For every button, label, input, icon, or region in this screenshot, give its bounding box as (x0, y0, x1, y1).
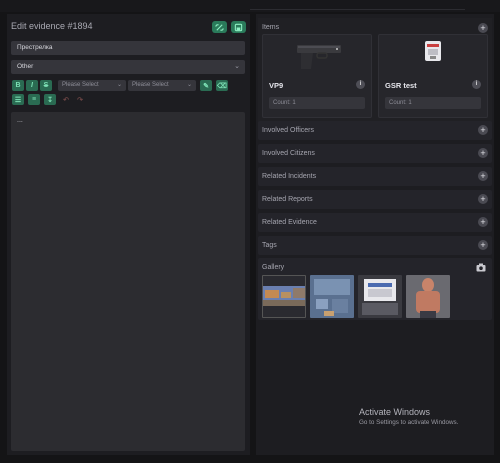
page-title: Edit evidence #1894 (11, 21, 93, 31)
item-card[interactable]: VP9 i Count: 1 (262, 34, 372, 118)
plus-icon: + (480, 194, 486, 204)
gallery-thumbnail[interactable] (358, 275, 402, 318)
bullet-list-icon: ☰ (14, 96, 22, 104)
items-section: Items + VP9 i Count: 1 GSR test i Count:… (258, 18, 492, 124)
plus-icon: + (480, 23, 486, 33)
gallery-thumbnail[interactable] (310, 275, 354, 318)
text-color-button[interactable]: ✎ (200, 80, 212, 91)
numbered-list-icon: ≡ (31, 96, 37, 103)
clear-format-button[interactable]: ⌫ (216, 80, 228, 91)
related-reports-section[interactable]: Related Reports + (258, 190, 492, 209)
italic-icon: I (31, 82, 33, 89)
content-editor[interactable]: ... (11, 112, 245, 451)
add-evidence-button[interactable]: + (478, 217, 488, 227)
camera-icon[interactable] (476, 263, 486, 272)
related-evidence-section[interactable]: Related Evidence + (258, 213, 492, 232)
watermark-title: Activate Windows (359, 407, 431, 417)
evidence-details-panel: Items + VP9 i Count: 1 GSR test i Count:… (256, 14, 494, 455)
evidence-type-select[interactable]: Other ⌄ (11, 60, 245, 74)
info-icon[interactable]: i (356, 80, 365, 89)
plus-icon: + (480, 171, 486, 181)
watermark-subtitle: Go to Settings to activate Windows. (359, 419, 459, 426)
plus-icon: + (480, 240, 486, 250)
redo-icon: ↷ (77, 96, 83, 104)
gallery-thumbnail[interactable] (262, 275, 306, 318)
evidence-type-value: Other (17, 63, 34, 70)
gallery-section: Gallery (258, 258, 492, 320)
involved-officers-title: Involved Officers (262, 127, 315, 134)
undo-button[interactable]: ↶ (60, 94, 72, 105)
add-citizen-button[interactable]: + (478, 148, 488, 158)
plus-icon: + (480, 217, 486, 227)
undo-icon: ↶ (63, 96, 69, 104)
related-incidents-title: Related Incidents (262, 173, 317, 180)
item-name: GSR test (385, 81, 417, 90)
chevron-down-icon: ⌄ (186, 82, 192, 88)
item-name: VP9 (269, 81, 284, 90)
item-card[interactable]: GSR test i Count: 1 (378, 34, 488, 118)
related-incidents-section[interactable]: Related Incidents + (258, 167, 492, 186)
bullet-list-button[interactable]: ☰ (12, 94, 24, 105)
bold-icon: B (15, 82, 21, 89)
top-bar (0, 0, 500, 12)
save-icon (234, 23, 243, 31)
add-item-button[interactable]: + (478, 23, 488, 33)
tags-title: Tags (262, 242, 277, 249)
save-button[interactable] (231, 21, 246, 33)
unlink-icon (215, 23, 224, 31)
numbered-list-button[interactable]: ≡ (28, 94, 40, 105)
add-tag-button[interactable]: + (478, 240, 488, 250)
editor-text: ... (17, 117, 23, 124)
edit-evidence-panel: Edit evidence #1894 Престрелка Other ⌄ B… (7, 14, 250, 455)
screenshot-image (358, 275, 402, 318)
strikethrough-button[interactable]: S (40, 80, 52, 91)
add-officer-button[interactable]: + (478, 125, 488, 135)
strikethrough-icon: S (43, 82, 49, 89)
screenshot-image (263, 276, 305, 317)
add-report-button[interactable]: + (478, 194, 488, 204)
font-size-value: Please Select (62, 82, 99, 88)
redo-button[interactable]: ↷ (74, 94, 86, 105)
tags-section[interactable]: Tags + (258, 236, 492, 255)
brush-icon: ✎ (203, 82, 209, 90)
screenshot-image (406, 275, 450, 318)
plus-icon: + (480, 148, 486, 158)
unlink-button[interactable] (212, 21, 227, 33)
activate-windows-watermark: Activate Windows Go to Settings to activ… (359, 407, 458, 426)
screenshot-image (310, 275, 354, 318)
involved-citizens-title: Involved Citizens (262, 150, 315, 157)
gallery-thumbnail[interactable] (406, 275, 450, 318)
eraser-icon: ⌫ (217, 82, 227, 90)
involved-citizens-section[interactable]: Involved Citizens + (258, 144, 492, 163)
taskbar (0, 456, 500, 463)
bold-button[interactable]: B (12, 80, 24, 91)
chevron-down-icon: ⌄ (116, 82, 122, 88)
indent-icon: ↧ (47, 96, 53, 104)
info-icon[interactable]: i (472, 80, 481, 89)
add-incident-button[interactable]: + (478, 171, 488, 181)
chevron-down-icon: ⌄ (234, 63, 240, 70)
items-title: Items (262, 24, 280, 31)
involved-officers-section[interactable]: Involved Officers + (258, 121, 492, 140)
pistol-image (297, 45, 341, 69)
plus-icon: + (480, 125, 486, 135)
evidence-name-input[interactable]: Престрелка (11, 41, 245, 55)
related-reports-title: Related Reports (262, 196, 313, 203)
top-divider (250, 9, 465, 10)
item-count-input[interactable]: Count: 1 (269, 97, 365, 109)
related-evidence-title: Related Evidence (262, 219, 317, 226)
gallery-title: Gallery (262, 264, 285, 271)
indent-button[interactable]: ↧ (44, 94, 56, 105)
test-kit-image (425, 41, 441, 61)
heading-select[interactable]: Please Select ⌄ (128, 80, 196, 91)
heading-value: Please Select (132, 82, 169, 88)
item-count-input[interactable]: Count: 1 (385, 97, 481, 109)
font-size-select[interactable]: Please Select ⌄ (58, 80, 126, 91)
italic-button[interactable]: I (26, 80, 38, 91)
